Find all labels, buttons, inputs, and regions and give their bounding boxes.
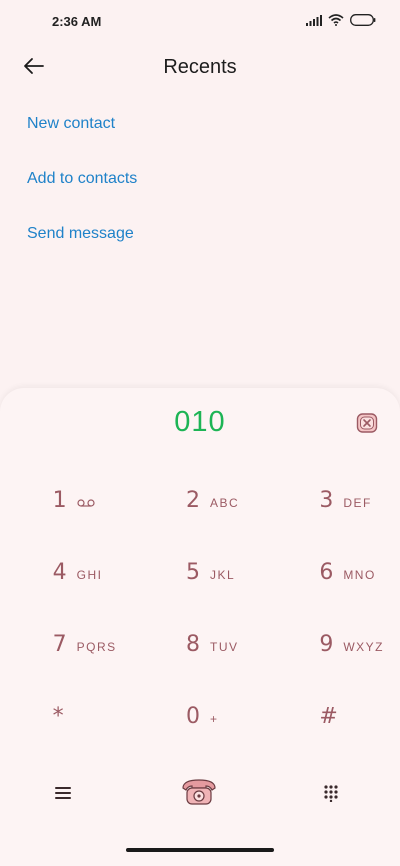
key-digit: # [319,704,338,729]
dialpad-keys: 1 2 ABC 3 DEF 4 GHI 5 JKL 6 MNO 7 PQRS 8… [0,470,400,758]
key-digit: 6 [319,560,334,585]
key-6[interactable]: 6 MNO [267,542,400,614]
key-5[interactable]: 5 JKL [133,542,266,614]
key-3[interactable]: 3 DEF [267,470,400,542]
key-4[interactable]: 4 GHI [0,542,133,614]
key-digit: 5 [185,560,200,585]
key-digit: 8 [185,632,200,657]
keypad-toggle-button[interactable] [322,784,346,808]
new-contact-link[interactable]: New contact [27,104,137,159]
key-7[interactable]: 7 PQRS [0,614,133,686]
phone-icon [179,776,219,808]
dialpad-bottom-bar [0,760,400,832]
status-icons [306,14,376,26]
key-9[interactable]: 9 WXYZ [267,614,400,686]
action-list: New contact Add to contacts Send message [27,104,137,269]
key-digit: 9 [319,632,334,657]
key-letters: ABC [209,496,240,510]
voicemail-icon [77,499,95,507]
key-letters: MNO [343,568,376,582]
page-title: Recents [163,56,237,78]
backspace-icon [356,412,378,434]
key-2[interactable]: 2 ABC [133,470,266,542]
send-message-link[interactable]: Send message [27,214,137,269]
key-letters: PQRS [76,640,117,654]
key-row: 4 GHI 5 JKL 6 MNO [0,542,400,614]
key-letters: JKL [209,568,236,582]
key-star[interactable]: * [0,686,133,758]
key-row: * 0 + # [0,686,400,758]
key-letters: WXYZ [343,640,384,654]
status-time: 2:36 AM [52,14,102,29]
header: Recents [0,44,400,92]
home-indicator[interactable] [126,848,274,852]
key-1[interactable]: 1 [0,470,133,542]
status-bar: 2:36 AM [0,0,400,44]
key-digit: 3 [319,488,334,513]
key-digit: * [52,704,64,729]
delete-button[interactable] [356,412,380,436]
key-digit: 4 [52,560,67,585]
key-letters: GHI [76,568,103,582]
menu-icon [54,786,72,800]
key-digit: 0 [185,704,200,729]
dialpad-icon [322,784,340,802]
key-row: 7 PQRS 8 TUV 9 WXYZ [0,614,400,686]
key-letters: TUV [209,640,239,654]
call-button[interactable] [179,776,221,812]
dialpad-panel: 010 1 2 ABC 3 DEF 4 GHI 5 JKL 6 MNO 7 PQ… [0,388,400,866]
key-digit: 2 [185,488,200,513]
add-to-contacts-link[interactable]: Add to contacts [27,159,137,214]
signal-icon [306,14,322,26]
key-hash[interactable]: # [267,686,400,758]
key-row: 1 2 ABC 3 DEF [0,470,400,542]
dialed-number: 010 [174,406,226,438]
menu-button[interactable] [54,786,76,806]
battery-icon [350,14,376,26]
wifi-icon [328,14,344,26]
key-letters: DEF [343,496,372,510]
key-8[interactable]: 8 TUV [133,614,266,686]
key-0[interactable]: 0 + [133,686,266,758]
key-digit: 1 [52,488,67,513]
key-digit: 7 [52,632,67,657]
key-letters: + [209,712,219,726]
